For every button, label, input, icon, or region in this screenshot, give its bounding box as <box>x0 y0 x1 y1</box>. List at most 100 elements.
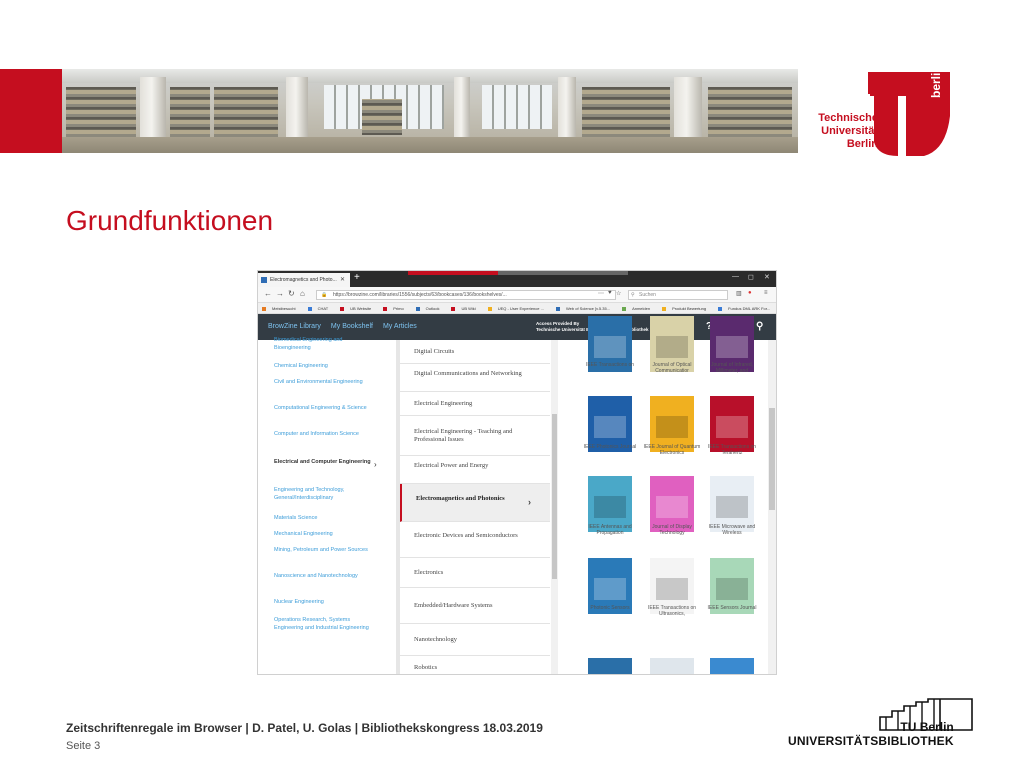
bookmark-favicon-icon <box>555 307 560 311</box>
subject-item[interactable]: Biomedical Engineering and Bioengineerin… <box>274 336 374 352</box>
category-item[interactable]: Digital Communications and Networking <box>400 364 550 392</box>
addon-icon[interactable]: ● <box>748 290 752 296</box>
journal-title[interactable]: IEEE Microwave and Wireless <box>702 524 762 536</box>
subject-item[interactable]: Mechanical Engineering <box>274 530 374 538</box>
bookmark-item[interactable]: Fundus DML ARK For... <box>718 306 776 311</box>
browzine-nav: BrowZine Library My Bookshelf My Articles <box>268 323 427 330</box>
bookmark-label: Primo <box>393 306 404 311</box>
bookmark-item[interactable]: UB Wiki <box>451 306 481 311</box>
journal-cover[interactable] <box>588 658 632 674</box>
forward-icon[interactable]: → <box>276 289 284 298</box>
bookmark-item[interactable]: Outlook <box>415 306 446 311</box>
search-icon: ⚲ <box>631 292 635 298</box>
category-list: Digital Circuits Digital Communications a… <box>396 340 556 674</box>
category-item[interactable]: Electronic Devices and Semiconductors <box>400 522 550 558</box>
home-icon[interactable]: ⌂ <box>300 289 305 298</box>
reload-icon[interactable]: ↻ <box>288 289 295 298</box>
chevron-right-icon[interactable]: › <box>528 498 531 507</box>
minimize-icon[interactable]: — <box>732 273 739 280</box>
browzine-nav-link[interactable]: My Articles <box>383 323 417 330</box>
back-icon[interactable]: ← <box>264 289 272 298</box>
close-icon[interactable]: ✕ <box>340 276 345 283</box>
category-item[interactable]: Electrical Power and Energy <box>400 456 550 484</box>
category-item[interactable]: Robotics <box>400 656 550 674</box>
subject-item[interactable]: Operations Research, Systems Engineering… <box>274 616 374 632</box>
journal-title[interactable]: IEEE Transactions on <box>580 362 640 368</box>
category-scroll-thumb[interactable] <box>552 414 557 579</box>
journal-cover[interactable] <box>650 658 694 674</box>
journal-title[interactable]: IEEE Transactions on Terahertz <box>702 444 762 456</box>
cover-artwork <box>656 496 688 518</box>
subject-item[interactable]: Computational Engineering & Science <box>274 404 374 412</box>
bookmark-favicon-icon <box>415 307 420 311</box>
page-number: Seite 3 <box>66 740 101 752</box>
menu-icon[interactable]: ≡ <box>764 290 768 296</box>
category-item[interactable]: Electrical Engineering <box>400 392 550 416</box>
window-close-icon[interactable]: ✕ <box>764 273 770 281</box>
category-item[interactable]: Electromagnetics and Photonics › <box>400 484 550 522</box>
chevron-right-icon[interactable]: › <box>374 460 377 469</box>
bookmark-item[interactable]: Web of Science [v.5.35... <box>555 306 616 311</box>
category-item[interactable]: Electrical Engineering - Teaching and Pr… <box>400 416 550 456</box>
new-tab-button[interactable]: + <box>354 272 360 283</box>
journal-title[interactable]: Journal of Display Technology <box>642 524 702 536</box>
journal-cover[interactable] <box>710 658 754 674</box>
subject-item[interactable]: Materials Science <box>274 514 374 522</box>
slide-title: Grundfunktionen <box>66 205 274 236</box>
cover-artwork <box>594 578 626 600</box>
bookmark-item[interactable]: CHAT <box>307 306 335 311</box>
journal-title[interactable]: IEEE Sensors Journal <box>702 605 762 611</box>
category-item[interactable]: Digital Circuits <box>400 340 550 364</box>
category-item[interactable]: Electronics <box>400 558 550 588</box>
more-icon[interactable]: ⋯ <box>598 290 604 297</box>
cover-artwork <box>594 336 626 358</box>
category-label: Robotics <box>414 664 438 671</box>
bookmark-item[interactable]: Meistbesucht <box>262 306 302 311</box>
journal-title[interactable]: Journal of Optical Communicatior <box>642 362 702 374</box>
logo-wordmark: Technische Universität Berlin <box>818 112 878 150</box>
journal-grid: IEEE Transactions on Journal of Optical C… <box>560 316 776 674</box>
search-icon[interactable]: ⚲ <box>756 321 763 332</box>
browzine-nav-link[interactable]: BrowZine Library <box>268 323 321 330</box>
slide-footer: Zeitschriftenregale im Browser | D. Pate… <box>66 721 543 735</box>
url-bar[interactable]: 🔒 https://browzine.com/libraries/1556/su… <box>316 290 616 300</box>
bookmark-item[interactable]: UB Website <box>340 306 377 311</box>
accent-block <box>0 69 62 153</box>
bookmark-item[interactable]: Primo <box>383 306 409 311</box>
category-item[interactable]: Nanotechnology <box>400 624 550 656</box>
subject-item[interactable]: Nanoscience and Nanotechnology <box>274 572 374 580</box>
journal-title[interactable]: IEEE Antennas and Propagation <box>580 524 640 536</box>
pocket-icon[interactable]: ♥ <box>608 290 612 296</box>
category-label: Electrical Engineering - Teaching and Pr… <box>414 428 513 443</box>
subject-item[interactable]: Chemical Engineering <box>274 362 374 370</box>
bookmark-favicon-icon <box>487 307 492 311</box>
subject-item[interactable]: Nuclear Engineering <box>274 598 374 606</box>
subject-item[interactable]: Mining, Petroleum and Power Sources <box>274 546 374 554</box>
journal-title[interactable]: IEEE Photonics Journal <box>580 444 640 450</box>
subject-item[interactable]: Civil and Environmental Engineering <box>274 378 374 386</box>
bookmark-item[interactable]: UEQ - User Experience ... <box>487 306 550 311</box>
journal-scroll-thumb[interactable] <box>769 408 775 510</box>
browzine-nav-link[interactable]: My Bookshelf <box>331 323 373 330</box>
bookmark-item[interactable]: Anmelden <box>622 306 656 311</box>
category-label: Embedded/Hardware Systems <box>414 602 493 609</box>
category-item[interactable]: Embedded/Hardware Systems <box>400 588 550 624</box>
browser-tab[interactable]: Electromagnetics and Photo... ✕ <box>258 273 350 287</box>
bookmark-item[interactable]: Produkt Bewertung <box>662 306 712 311</box>
subject-item[interactable]: Computer and Information Science <box>274 430 374 438</box>
subject-item[interactable]: Engineering and Technology, General/Inte… <box>274 486 374 502</box>
journal-title[interactable]: IEEE Transactions on Ultrasonics, <box>642 605 702 617</box>
cover-artwork <box>716 578 748 600</box>
maximize-icon[interactable]: ◻ <box>748 273 754 281</box>
cover-artwork <box>716 496 748 518</box>
library-icon[interactable]: ▥ <box>736 290 742 297</box>
journal-title[interactable]: Journal of Infrared, Millimeter, and <box>702 362 762 374</box>
lock-icon: 🔒 <box>321 292 328 298</box>
journal-title[interactable]: Photonic Sensors <box>580 605 640 611</box>
bookmark-star-icon[interactable]: ☆ <box>616 290 621 297</box>
browser-search-input[interactable]: ⚲ Suchen <box>628 290 728 300</box>
browser-screenshot: Electromagnetics and Photo... ✕ + — ◻ ✕ … <box>257 270 777 675</box>
journal-title[interactable]: IEEE Journal of Quantum Electronics <box>642 444 702 456</box>
bookmark-label: Anmelden <box>632 306 651 311</box>
subject-item[interactable]: Electrical and Computer Engineering <box>274 458 374 466</box>
